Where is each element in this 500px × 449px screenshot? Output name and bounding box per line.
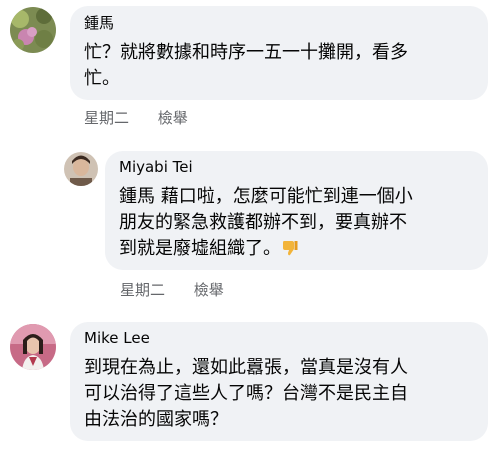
comment-text-line-content: 到就是廢墟組織了。 — [119, 238, 281, 259]
comment-text-line: 忙？就將數據和時序一五一十攤開，看多 — [84, 42, 408, 63]
comment-time[interactable]: 星期二 — [120, 281, 165, 299]
comment-author[interactable]: Miyabi Tei — [119, 158, 193, 176]
report-link[interactable]: 檢舉 — [158, 109, 188, 127]
comment-text-line: 朋友的緊急救護都辦不到，要真辦不 — [119, 212, 407, 233]
comment-text-line: 到就是廢墟組織了。 — [119, 236, 299, 262]
comment-time[interactable]: 星期二 — [84, 109, 129, 127]
comment-author[interactable]: Mike Lee — [84, 329, 150, 347]
comment-text-line: 可以治得了這些人了嗎？台灣不是民主自 — [84, 383, 408, 404]
comment-text-line: 到現在為止，還如此囂張，當真是沒有人 — [84, 357, 408, 378]
comment-text-line: 由法治的國家嗎？ — [84, 409, 228, 430]
report-link[interactable]: 檢舉 — [194, 281, 224, 299]
comment-text-line: 鍾馬 藉口啦，怎麼可能忙到連一個小 — [119, 186, 413, 207]
avatar[interactable] — [10, 324, 56, 370]
avatar[interactable] — [10, 7, 56, 53]
avatar[interactable] — [64, 152, 98, 186]
comment-text-line: 忙。 — [84, 68, 120, 89]
thumbs-down-icon — [281, 239, 299, 257]
comment-meta: 星期二 檢舉 — [120, 279, 224, 300]
comment-meta: 星期二 檢舉 — [84, 107, 188, 128]
comment-author[interactable]: 鍾馬 — [84, 12, 114, 33]
